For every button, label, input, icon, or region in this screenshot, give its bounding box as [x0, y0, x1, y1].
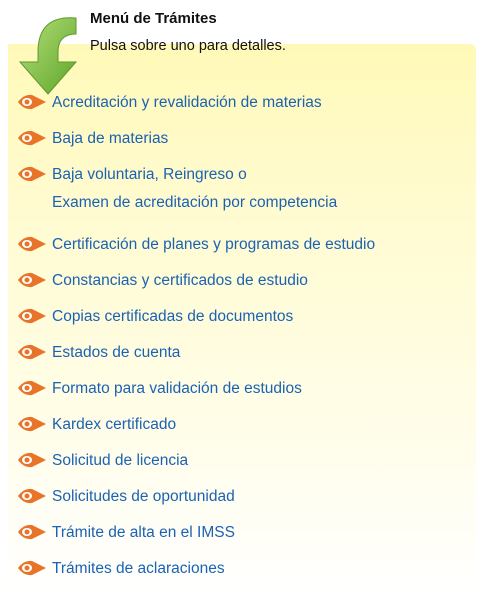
menu-item-solicitudes-oportunidad[interactable]: Solicitudes de oportunidad	[16, 486, 235, 508]
green-down-arrow-icon	[12, 12, 80, 96]
menu-item-label[interactable]: Baja de materias	[52, 128, 168, 150]
menu-item-certificacion-planes[interactable]: Certificación de planes y programas de e…	[16, 234, 375, 256]
menu-item-baja-materias[interactable]: Baja de materias	[16, 128, 168, 150]
menu-item-label[interactable]: Baja voluntaria, Reingreso o Examen de a…	[52, 164, 337, 214]
menu-item-label-line1[interactable]: Baja voluntaria, Reingreso o	[52, 164, 337, 186]
menu-item-label[interactable]: Trámites de aclaraciones	[52, 558, 225, 580]
menu-item-label[interactable]: Solicitudes de oportunidad	[52, 486, 235, 508]
menu-item-label-line2[interactable]: Examen de acreditación por competencia	[52, 192, 337, 214]
menu-item-baja-voluntaria[interactable]: Baja voluntaria, Reingreso o Examen de a…	[16, 164, 337, 214]
menu-item-label[interactable]: Certificación de planes y programas de e…	[52, 234, 375, 256]
menu-item-acreditacion[interactable]: Acreditación y revalidación de materias	[16, 92, 322, 114]
menu-item-formato-validacion[interactable]: Formato para validación de estudios	[16, 378, 302, 400]
orange-eye-bullet-icon	[18, 272, 46, 288]
menu-item-solicitud-licencia[interactable]: Solicitud de licencia	[16, 450, 188, 472]
menu-item-label[interactable]: Trámite de alta en el IMSS	[52, 522, 235, 544]
menu-item-estados-cuenta[interactable]: Estados de cuenta	[16, 342, 180, 364]
menu-item-label[interactable]: Solicitud de licencia	[52, 450, 188, 472]
menu-subtitle: Pulsa sobre uno para detalles.	[90, 38, 286, 54]
orange-eye-bullet-icon	[18, 380, 46, 396]
orange-eye-bullet-icon	[18, 344, 46, 360]
menu-item-label[interactable]: Constancias y certificados de estudio	[52, 270, 308, 292]
orange-eye-bullet-icon	[18, 416, 46, 432]
menu-item-label[interactable]: Copias certificadas de documentos	[52, 306, 293, 328]
orange-eye-bullet-icon	[18, 130, 46, 146]
orange-eye-bullet-icon	[18, 94, 46, 110]
menu-item-label[interactable]: Formato para validación de estudios	[52, 378, 302, 400]
orange-eye-bullet-icon	[18, 452, 46, 468]
menu-item-label[interactable]: Estados de cuenta	[52, 342, 180, 364]
menu-item-label[interactable]: Kardex certificado	[52, 414, 176, 436]
orange-eye-bullet-icon	[18, 166, 46, 182]
menu-item-label[interactable]: Acreditación y revalidación de materias	[52, 92, 322, 114]
menu-item-aclaraciones[interactable]: Trámites de aclaraciones	[16, 558, 225, 580]
orange-eye-bullet-icon	[18, 488, 46, 504]
orange-eye-bullet-icon	[18, 560, 46, 576]
menu-item-kardex[interactable]: Kardex certificado	[16, 414, 176, 436]
menu-item-copias-certificadas[interactable]: Copias certificadas de documentos	[16, 306, 293, 328]
menu-title: Menú de Trámites	[90, 10, 217, 27]
orange-eye-bullet-icon	[18, 524, 46, 540]
orange-eye-bullet-icon	[18, 236, 46, 252]
menu-item-alta-imss[interactable]: Trámite de alta en el IMSS	[16, 522, 235, 544]
menu-item-constancias[interactable]: Constancias y certificados de estudio	[16, 270, 308, 292]
orange-eye-bullet-icon	[18, 308, 46, 324]
